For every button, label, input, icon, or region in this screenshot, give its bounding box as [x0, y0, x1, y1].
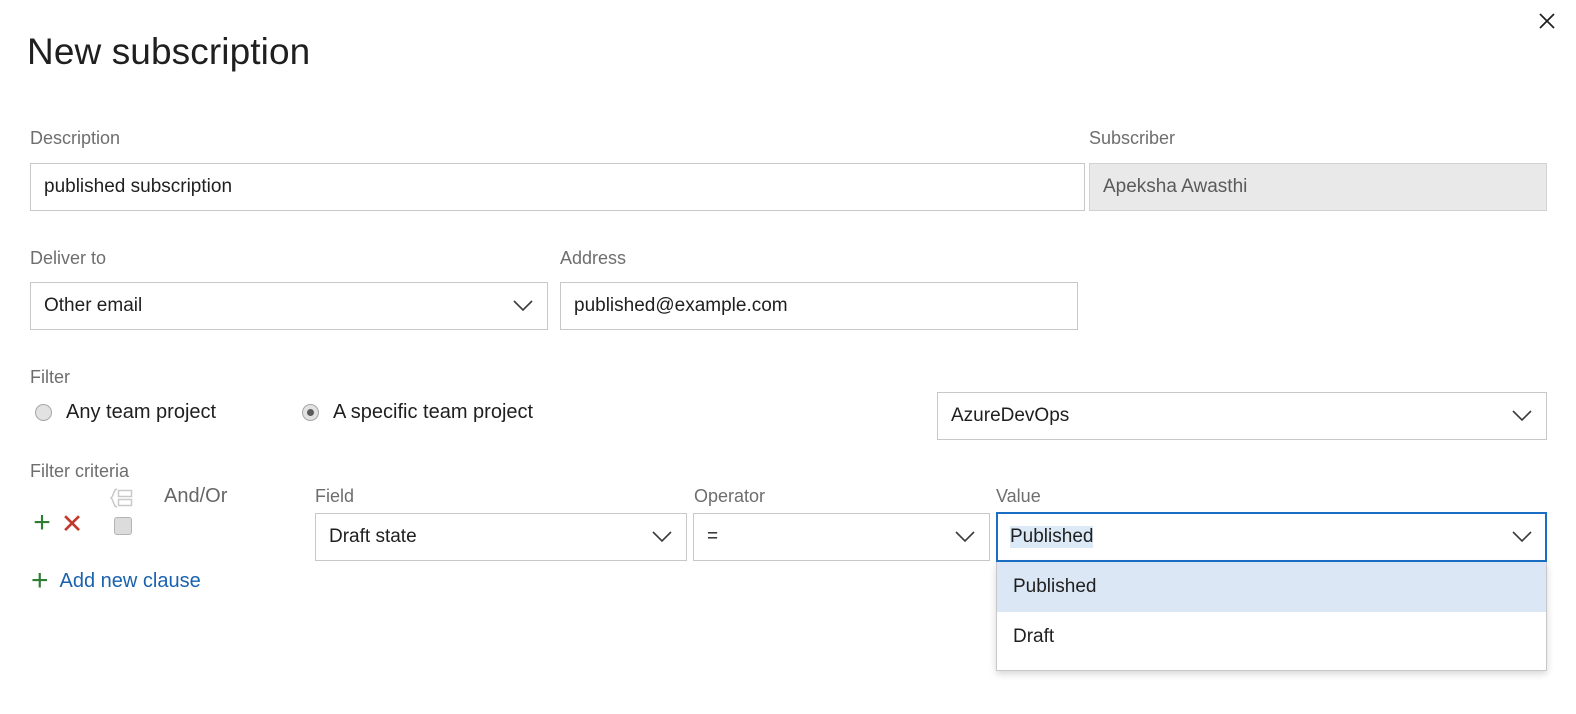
- add-new-clause-link[interactable]: + Add new clause: [31, 566, 201, 596]
- operator-value: =: [707, 526, 946, 548]
- close-icon: [1537, 11, 1557, 31]
- andor-cell: [114, 517, 132, 535]
- radio-any-team-project-label[interactable]: Any team project: [66, 401, 216, 424]
- deliver-to-value: Other email: [44, 295, 504, 317]
- chevron-down-icon[interactable]: [1511, 530, 1533, 544]
- subscriber-input: [1089, 163, 1547, 211]
- chevron-down-icon: [512, 299, 534, 313]
- column-header-andor: And/Or: [164, 485, 227, 508]
- column-header-field: Field: [315, 486, 354, 507]
- column-header-operator: Operator: [694, 486, 765, 507]
- page-title: New subscription: [27, 28, 310, 76]
- description-input[interactable]: [30, 163, 1085, 211]
- radio-specific-team-project-label[interactable]: A specific team project: [333, 401, 533, 424]
- radio-any-team-project[interactable]: Any team project: [35, 401, 216, 424]
- value-dropdown-list[interactable]: Published Draft: [996, 562, 1547, 671]
- operator-select[interactable]: =: [693, 513, 990, 561]
- group-clause-icon[interactable]: [108, 487, 134, 514]
- chevron-down-icon: [1511, 409, 1533, 423]
- radio-dot: [307, 409, 314, 416]
- value-text: Published: [1010, 526, 1503, 548]
- team-project-select[interactable]: AzureDevOps: [937, 392, 1547, 440]
- field-value: Draft state: [329, 526, 643, 548]
- description-label: Description: [30, 127, 120, 149]
- delete-clause-row-button[interactable]: ✕: [61, 510, 83, 538]
- chevron-down-icon: [651, 530, 673, 544]
- plus-icon: +: [33, 508, 51, 538]
- close-dialog-button[interactable]: [1530, 4, 1564, 38]
- radio-specific-team-project-control[interactable]: [302, 404, 319, 421]
- value-option-draft[interactable]: Draft: [997, 612, 1546, 662]
- new-subscription-dialog: New subscription Description Subscriber …: [0, 0, 1576, 714]
- filter-criteria-label: Filter criteria: [30, 460, 129, 482]
- add-new-clause-label: Add new clause: [60, 570, 201, 593]
- value-select[interactable]: Published: [996, 512, 1547, 562]
- deliver-to-label: Deliver to: [30, 247, 106, 269]
- chevron-down-icon: [954, 530, 976, 544]
- column-header-value: Value: [996, 486, 1041, 507]
- radio-specific-team-project[interactable]: A specific team project: [302, 401, 533, 424]
- team-project-value: AzureDevOps: [951, 405, 1503, 427]
- plus-icon: +: [31, 566, 49, 596]
- deliver-to-select[interactable]: Other email: [30, 282, 548, 330]
- radio-any-team-project-control[interactable]: [35, 404, 52, 421]
- value-option-published[interactable]: Published: [997, 562, 1546, 612]
- address-input[interactable]: [560, 282, 1078, 330]
- filter-label: Filter: [30, 366, 70, 388]
- value-selected-text: Published: [1010, 526, 1093, 548]
- field-select[interactable]: Draft state: [315, 513, 687, 561]
- address-label: Address: [560, 247, 626, 269]
- add-clause-row-button[interactable]: +: [31, 509, 53, 537]
- delete-x-icon: ✕: [61, 511, 84, 538]
- subscriber-label: Subscriber: [1089, 127, 1175, 149]
